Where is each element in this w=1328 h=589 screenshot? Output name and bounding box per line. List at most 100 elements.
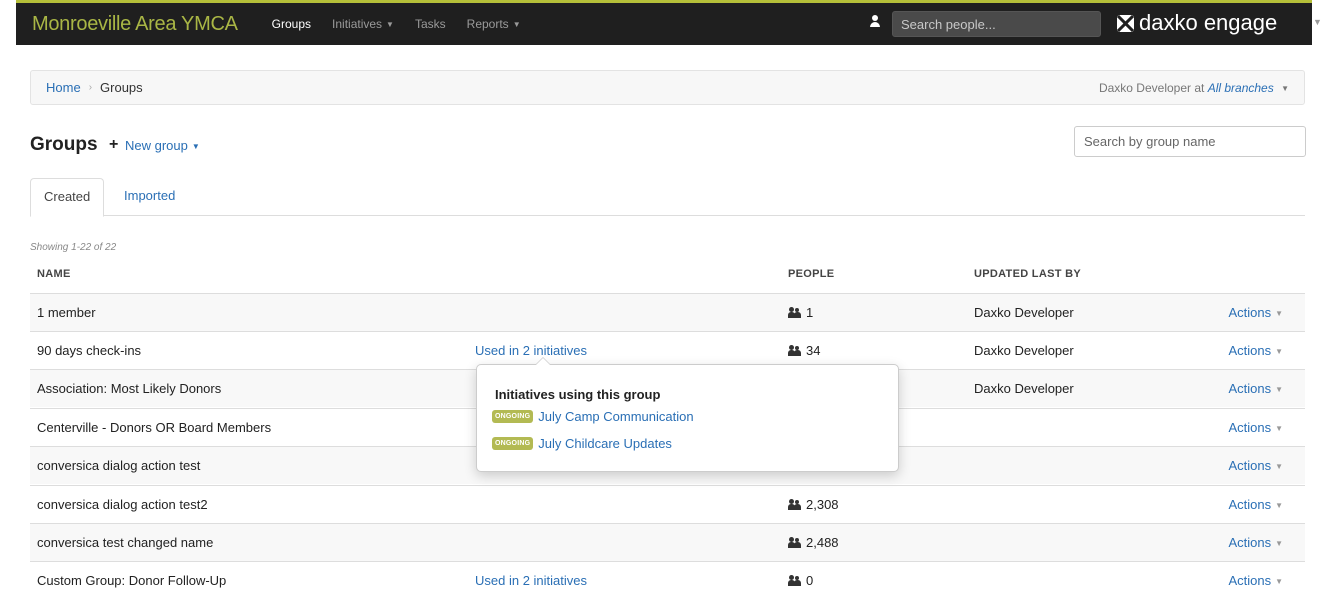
actions-label: Actions [1228,573,1272,588]
chevron-down-icon: ▼ [1281,83,1289,93]
actions-dropdown[interactable]: Actions ▼ [1228,305,1283,320]
nav-groups[interactable]: Groups [272,17,311,31]
people-icon [788,537,801,548]
logo-mark-icon [1117,14,1134,32]
popover-initiative-item: ONGOING July Camp Communication [492,409,694,424]
initiatives-popover: Initiatives using this group ONGOING Jul… [476,357,899,472]
group-name[interactable]: Custom Group: Donor Follow-Up [37,573,226,588]
branch-link[interactable]: All branches [1208,81,1274,95]
column-header-people[interactable]: PEOPLE [788,268,834,280]
logo-text: daxko engage [1139,10,1278,35]
tab-imported[interactable]: Imported [111,178,188,216]
new-group-button[interactable]: New group ▼ [125,138,200,153]
actions-dropdown[interactable]: Actions ▼ [1228,343,1283,358]
group-name[interactable]: 90 days check-ins [37,343,141,358]
group-name[interactable]: Centerville - Donors OR Board Members [37,420,271,435]
chevron-down-icon[interactable]: ▼ [1313,17,1322,27]
popover-title: Initiatives using this group [495,387,661,402]
used-in-initiatives-link[interactable]: Used in 2 initiatives [475,343,587,358]
actions-label: Actions [1228,497,1272,512]
actions-label: Actions [1228,535,1272,550]
nav-initiatives[interactable]: Initiatives ▼ [332,17,394,31]
people-count-value: 34 [806,343,821,358]
people-icon [788,345,801,356]
breadcrumb-current: Groups [100,80,143,95]
column-header-updated[interactable]: UPDATED LAST BY [974,268,1081,280]
column-header-name[interactable]: NAME [37,268,71,280]
people-count-value: 2,308 [806,497,839,512]
people-count: 2,308 [788,497,839,512]
actions-dropdown[interactable]: Actions ▼ [1228,497,1283,512]
table-row: 1 member 1 Daxko Developer Actions ▼ [30,293,1305,331]
group-name[interactable]: conversica dialog action test [37,458,200,473]
actions-label: Actions [1228,458,1272,473]
status-badge: ONGOING [492,410,534,423]
actions-dropdown[interactable]: Actions ▼ [1228,535,1283,550]
people-search-input[interactable] [892,11,1101,37]
updated-by: Daxko Developer [974,343,1074,358]
actions-dropdown[interactable]: Actions ▼ [1228,573,1283,588]
people-icon [788,499,801,510]
initiative-link[interactable]: July Childcare Updates [538,436,672,451]
actions-label: Actions [1228,381,1272,396]
chevron-down-icon: ▼ [1275,462,1283,472]
group-search-input[interactable] [1074,126,1306,157]
people-count: 0 [788,573,813,588]
table-row: conversica test changed name 2,488 Actions… [30,523,1305,561]
new-group-label: New group [125,138,188,153]
group-tabs: Created Imported [30,178,1305,217]
people-count: 2,488 [788,535,839,550]
group-name[interactable]: conversica dialog action test2 [37,497,208,512]
used-in-initiatives-link[interactable]: Used in 2 initiatives [475,573,587,588]
actions-label: Actions [1228,343,1272,358]
results-count: Showing 1-22 of 22 [30,242,117,253]
popover-initiative-item: ONGOING July Childcare Updates [492,436,672,451]
people-count-value: 0 [806,573,814,588]
group-name[interactable]: 1 member [37,305,96,320]
initiative-link[interactable]: July Camp Communication [538,409,693,424]
nav-reports-label: Reports [466,17,509,31]
updated-by: Daxko Developer [974,381,1074,396]
chevron-down-icon: ▼ [1275,539,1283,549]
chevron-down-icon: ▼ [191,142,200,152]
actions-dropdown[interactable]: Actions ▼ [1228,458,1283,473]
chevron-down-icon: ▼ [1275,424,1283,434]
nav-initiatives-label: Initiatives [332,17,383,31]
nav-tasks-label: Tasks [414,17,446,31]
breadcrumb-separator-icon: › [88,82,93,93]
plus-icon: + [109,136,119,153]
nav-groups-label: Groups [271,17,312,31]
chevron-down-icon: ▼ [1275,501,1283,511]
page-title: Groups [30,134,98,155]
tab-created[interactable]: Created [30,178,105,217]
actions-label: Actions [1228,305,1272,320]
people-count-value: 2,488 [806,535,839,550]
chevron-down-icon: ▼ [1275,385,1283,395]
chevron-down-icon: ▼ [1275,347,1283,357]
status-badge: ONGOING [492,437,534,450]
people-icon [788,575,801,586]
user-icon [868,14,882,28]
branch-user-prefix: Daxko Developer at [1098,80,1205,95]
actions-dropdown[interactable]: Actions ▼ [1228,420,1283,435]
branch-selector[interactable]: Daxko Developer at All branches ▼ [1099,81,1289,95]
top-navbar: Monroeville Area YMCA Groups Initiatives… [16,0,1322,45]
nav-reports[interactable]: Reports ▼ [467,17,521,31]
group-name[interactable]: conversica test changed name [37,535,213,550]
brand-name[interactable]: Monroeville Area YMCA [32,13,238,36]
updated-by: Daxko Developer [974,305,1074,320]
table-row: Custom Group: Donor Follow-Up Used in 2 i… [30,561,1305,589]
group-name[interactable]: Association: Most Likely Donors [37,381,221,396]
chevron-down-icon: ▼ [386,20,394,30]
people-count: 1 [788,305,813,320]
actions-dropdown[interactable]: Actions ▼ [1228,381,1283,396]
chevron-down-icon: ▼ [512,20,521,30]
daxko-engage-logo[interactable]: daxko engage [1117,10,1277,36]
people-count: 34 [788,343,820,358]
breadcrumb-home-link[interactable]: Home [46,80,81,95]
actions-label: Actions [1228,420,1272,435]
nav-tasks[interactable]: Tasks [415,17,446,31]
breadcrumb: Home › Groups Daxko Developer at All bra… [30,70,1305,105]
people-count-value: 1 [806,305,814,320]
chevron-down-icon: ▼ [1275,577,1283,587]
